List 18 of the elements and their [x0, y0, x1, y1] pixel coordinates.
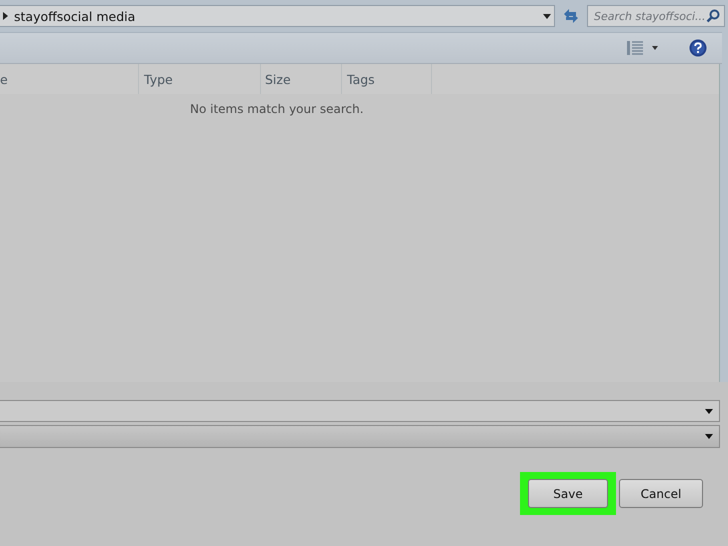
breadcrumb-arrow-icon[interactable] — [3, 12, 8, 20]
address-bar[interactable]: stayoffsocial media — [0, 5, 555, 27]
column-header[interactable]: e — [0, 64, 139, 94]
empty-message: No items match your search. — [190, 102, 364, 116]
column-header[interactable]: Type — [139, 64, 261, 94]
save-button[interactable]: Save — [528, 479, 608, 508]
dropdown-arrow-icon[interactable] — [705, 408, 713, 414]
column-header[interactable]: Size — [261, 64, 342, 94]
folder-path: stayoffsocial media — [14, 8, 136, 24]
file-name-field[interactable] — [0, 400, 720, 422]
search-icon[interactable] — [706, 9, 720, 23]
search-field[interactable]: Search stayoffsoci... — [587, 5, 725, 27]
column-header[interactable]: Tags — [342, 64, 432, 94]
cancel-button[interactable]: Cancel — [619, 479, 703, 508]
dropdown-arrow-icon[interactable] — [705, 434, 713, 439]
caret-icon[interactable] — [652, 46, 658, 50]
help-icon[interactable] — [689, 39, 707, 57]
dropdown-arrow-icon[interactable] — [543, 14, 551, 18]
